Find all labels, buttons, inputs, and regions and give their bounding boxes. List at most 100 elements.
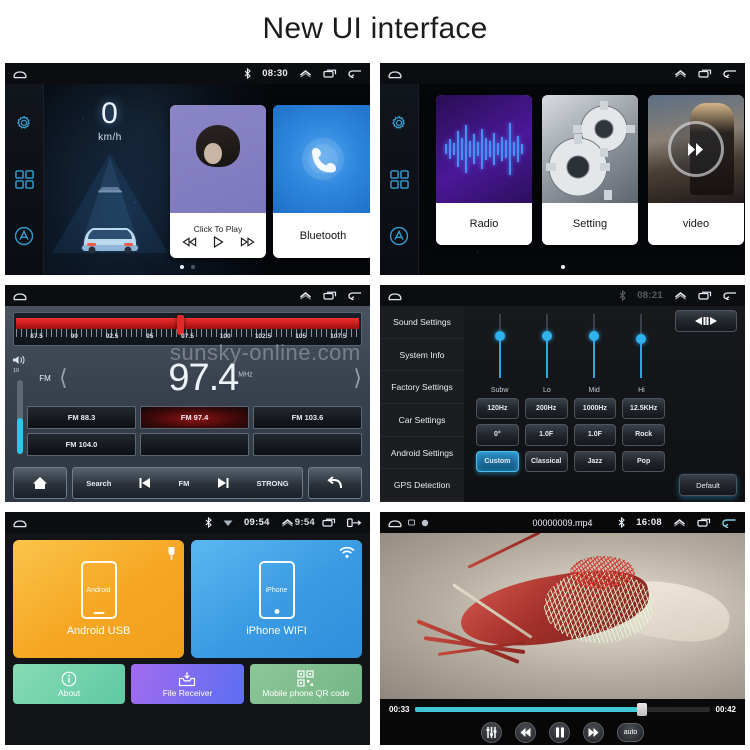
play-forward-icon[interactable] — [668, 121, 724, 177]
chevron-up-icon[interactable] — [674, 69, 687, 78]
slider-handle[interactable] — [494, 331, 505, 342]
search-button[interactable]: Search — [86, 479, 111, 488]
app-tile-video[interactable]: video — [648, 95, 744, 245]
home-icon[interactable] — [388, 69, 402, 79]
radio-preset[interactable]: FM 103.6 — [253, 406, 362, 429]
page-dot-active[interactable] — [560, 265, 565, 269]
a-circle-icon[interactable] — [14, 226, 34, 246]
home-button[interactable] — [13, 467, 67, 499]
eq-preset-button[interactable]: 12.5KHz — [622, 398, 665, 420]
file-receiver-tile[interactable]: File Receiver — [131, 664, 244, 704]
strong-button[interactable]: STRONG — [257, 479, 289, 488]
recents-icon[interactable] — [323, 69, 337, 78]
eq-preset-button[interactable]: Rock — [622, 424, 665, 446]
radio-preset[interactable]: FM 104.0 — [27, 433, 136, 456]
slider-handle[interactable] — [636, 334, 647, 345]
eq-preset-button[interactable]: 1.0F — [573, 424, 617, 446]
eq-preset-button[interactable]: 1.0F — [524, 424, 568, 446]
eq-preset-button[interactable]: Jazz — [573, 450, 617, 472]
eq-preset-button[interactable]: 120Hz — [476, 398, 519, 420]
android-usb-tile[interactable]: Android Android USB — [13, 540, 184, 658]
app-tile-setting[interactable]: Setting — [542, 95, 638, 245]
settings-menu-item[interactable]: Factory Settings — [380, 371, 464, 405]
back-button[interactable] — [308, 467, 362, 499]
seek-track[interactable] — [415, 702, 710, 716]
skip-previous-icon[interactable] — [515, 721, 536, 743]
slider-handle[interactable] — [589, 331, 600, 342]
eq-preset-button[interactable]: 200Hz — [524, 398, 568, 420]
frequency-value: 97.4 — [168, 357, 239, 399]
grid-apps-icon[interactable] — [14, 170, 34, 189]
home-icon[interactable] — [13, 291, 27, 301]
default-button[interactable]: Default — [679, 474, 737, 496]
radio-preset[interactable] — [253, 433, 362, 456]
back-icon[interactable] — [348, 69, 362, 78]
bluetooth-tile[interactable]: Bluetooth — [273, 105, 370, 258]
eq-preset-button[interactable]: 1000Hz — [573, 398, 617, 420]
next-icon[interactable] — [240, 236, 255, 247]
band-button[interactable]: FM — [179, 479, 190, 488]
eq-preset-button[interactable]: Custom — [476, 450, 519, 472]
play-icon[interactable] — [213, 235, 224, 248]
gear-icon[interactable] — [14, 113, 34, 133]
chevron-up-icon[interactable] — [299, 291, 312, 300]
grid-apps-icon[interactable] — [389, 170, 409, 189]
back-icon[interactable] — [347, 517, 362, 528]
frequency-needle[interactable] — [177, 315, 185, 335]
settings-menu-item[interactable]: Android Settings — [380, 437, 464, 470]
seek-handle[interactable] — [636, 702, 647, 716]
home-icon[interactable] — [13, 518, 27, 528]
slider-handle[interactable] — [541, 331, 552, 342]
previous-icon[interactable] — [181, 236, 197, 247]
chevron-right-icon[interactable]: ⟩ — [353, 365, 362, 391]
settings-menu-item[interactable]: Sound Settings — [380, 306, 464, 339]
iphone-wifi-label: iPhone WIFI — [246, 625, 307, 637]
recents-icon[interactable] — [323, 291, 337, 300]
eq-slider[interactable]: Hi — [620, 314, 662, 394]
home-icon[interactable] — [13, 69, 27, 79]
settings-menu-item[interactable]: Car Settings — [380, 404, 464, 437]
eq-preset-button[interactable]: Classical — [524, 450, 568, 472]
page-dot-active[interactable] — [180, 265, 184, 269]
back-icon[interactable] — [723, 291, 737, 300]
chevron-up-icon[interactable] — [299, 69, 312, 78]
eq-slider[interactable]: Lo — [526, 314, 568, 394]
skip-next-icon[interactable] — [216, 477, 230, 489]
a-circle-icon[interactable] — [389, 226, 409, 246]
home-icon[interactable] — [388, 291, 402, 301]
chevron-up-icon[interactable] — [281, 518, 294, 527]
radio-preset[interactable]: FM 88.3 — [27, 406, 136, 429]
skip-next-icon[interactable] — [583, 721, 604, 743]
eq-preset-button[interactable]: Pop — [622, 450, 665, 472]
eq-slider[interactable]: Mid — [573, 314, 615, 394]
video-seekbar[interactable]: 00:33 00:42 — [380, 699, 745, 719]
recents-icon[interactable] — [698, 291, 712, 300]
pause-icon[interactable] — [549, 721, 570, 743]
back-icon[interactable] — [348, 291, 362, 300]
frequency-strip[interactable]: 87.5 90 92.5 95 97.5 100 102.5 105 107.5 — [13, 312, 362, 346]
video-frame[interactable] — [380, 533, 745, 699]
car-far-icon — [97, 181, 123, 199]
music-tile[interactable]: Click To Play — [170, 105, 266, 258]
qr-code-tile[interactable]: Mobile phone QR code — [249, 664, 362, 704]
app-tile-radio[interactable]: Radio — [436, 95, 532, 245]
skip-previous-icon[interactable] — [138, 477, 152, 489]
balance-lr-icon[interactable] — [675, 310, 737, 332]
iphone-wifi-tile[interactable]: iPhone iPhone WIFI — [191, 540, 362, 658]
back-icon[interactable] — [723, 69, 737, 78]
auto-button[interactable]: auto — [617, 722, 644, 742]
radio-preset[interactable] — [140, 433, 249, 456]
chevron-up-icon[interactable] — [674, 291, 687, 300]
settings-menu-item[interactable]: GPS Detection — [380, 469, 464, 502]
radio-preset[interactable]: FM 97.4 — [140, 406, 249, 429]
chevron-left-icon[interactable]: ⟨ — [59, 365, 68, 391]
gear-icon[interactable] — [389, 113, 409, 133]
settings-menu-item[interactable]: System Info — [380, 339, 464, 372]
equalizer-sliders-icon[interactable] — [481, 721, 502, 743]
page-dot[interactable] — [191, 265, 195, 269]
eq-slider[interactable]: Subw — [479, 314, 521, 394]
about-tile[interactable]: About — [13, 664, 126, 704]
recents-icon[interactable] — [322, 518, 336, 527]
recents-icon[interactable] — [698, 69, 712, 78]
eq-preset-button[interactable]: 0° — [476, 424, 519, 446]
